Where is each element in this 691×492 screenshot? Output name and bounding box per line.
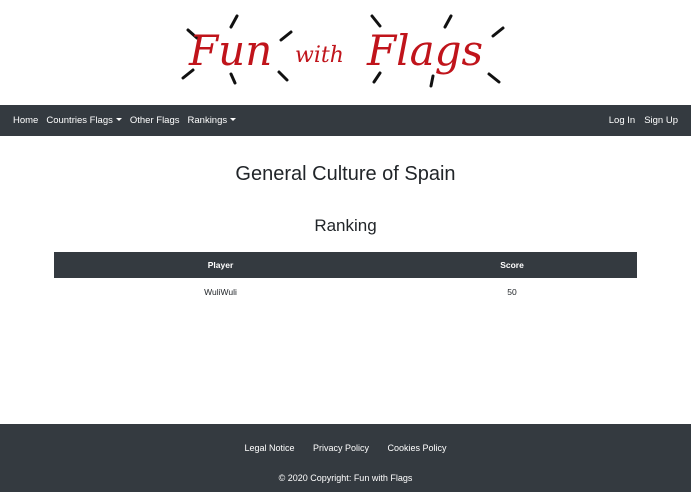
logo-word-fun: Fun <box>188 26 272 75</box>
nav-other-flags-link[interactable]: Other Flags <box>130 115 180 126</box>
table-body: WuliWuli 50 <box>54 278 637 306</box>
table-row: WuliWuli 50 <box>54 278 637 306</box>
caret-down-icon <box>115 118 122 121</box>
copyright-text: © 2020 Copyright: Fun with Flags <box>278 473 413 483</box>
footer-cookies-policy-link[interactable]: Cookies Policy <box>387 443 446 453</box>
ranking-table: Player Score WuliWuli 50 <box>54 252 637 306</box>
nav-signup-link[interactable]: Sign Up <box>644 115 678 126</box>
nav-countries-flags-dropdown[interactable]: Countries Flags <box>46 115 122 126</box>
cell-score: 50 <box>507 287 517 297</box>
column-header-score: Score <box>387 252 637 278</box>
nav-home-link[interactable]: Home <box>13 115 38 126</box>
nav-left-group: Home Countries Flags Other Flags Ranking… <box>13 115 244 126</box>
caret-down-icon <box>230 118 237 121</box>
main-navbar: Home Countries Flags Other Flags Ranking… <box>0 105 691 136</box>
footer-links: Legal Notice Privacy Policy Cookies Poli… <box>0 438 691 456</box>
site-logo-area: Fun with Flags <box>0 0 691 105</box>
footer-privacy-policy-link[interactable]: Privacy Policy <box>313 443 369 453</box>
nav-countries-flags-label: Countries Flags <box>46 115 113 126</box>
fun-with-flags-logo[interactable]: Fun with Flags <box>175 10 515 90</box>
cell-player: WuliWuli <box>204 287 237 297</box>
logo-word-with: with <box>295 43 344 68</box>
nav-rankings-dropdown[interactable]: Rankings <box>188 115 237 126</box>
nav-rankings-label: Rankings <box>187 115 228 126</box>
footer-legal-notice-link[interactable]: Legal Notice <box>245 443 295 453</box>
nav-right-group: Log In Sign Up <box>600 115 678 126</box>
table-header: Player Score <box>54 252 637 278</box>
table-header-row: Player Score <box>54 252 637 278</box>
logo-word-flags: Flags <box>366 26 483 75</box>
site-footer: Legal Notice Privacy Policy Cookies Poli… <box>0 424 691 492</box>
column-header-player: Player <box>54 252 387 278</box>
page-title: General Culture of Spain <box>235 163 456 185</box>
nav-login-link[interactable]: Log In <box>609 115 635 126</box>
ranking-heading: Ranking <box>314 216 377 235</box>
